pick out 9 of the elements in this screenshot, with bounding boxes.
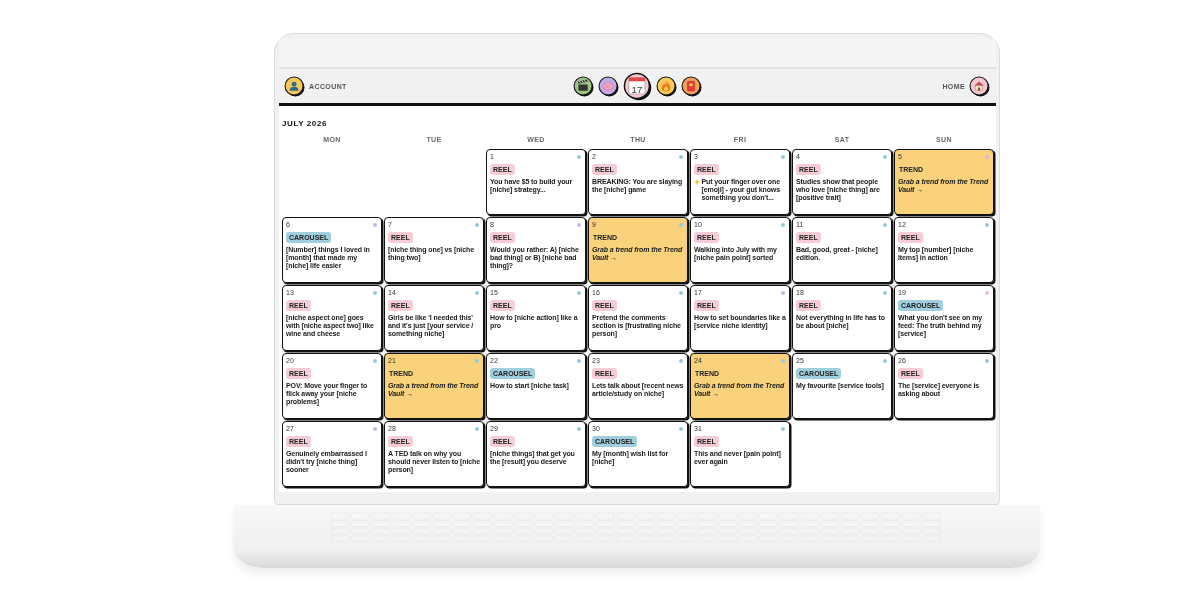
book-icon[interactable] [680,75,702,97]
sparkle-icon [694,179,700,185]
month-title: JULY 2026 [282,119,327,129]
clapperboard-icon[interactable] [572,75,594,97]
person-icon [284,75,305,97]
calendar-icon[interactable]: 17 [622,71,652,101]
flame-icon[interactable] [655,75,677,97]
house-icon [969,75,990,97]
brain-icon[interactable] [597,75,619,97]
